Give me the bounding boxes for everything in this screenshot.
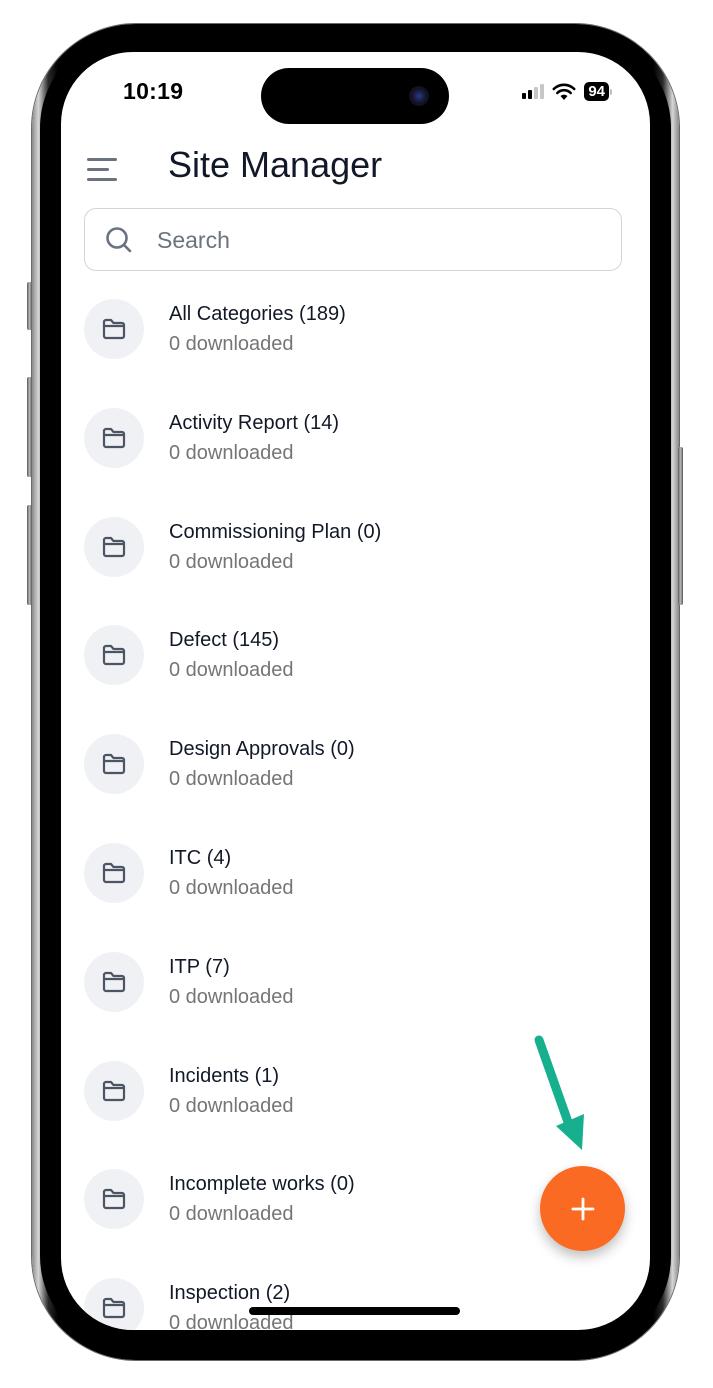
category-list-item[interactable]: ITC (4) 0 downloaded — [61, 833, 650, 941]
category-download-count: 0 downloaded — [169, 1094, 294, 1117]
folder-icon-container — [84, 734, 144, 795]
folder-icon-container — [84, 516, 144, 577]
action-button — [27, 282, 32, 330]
home-indicator[interactable] — [249, 1307, 460, 1315]
search-input[interactable] — [155, 209, 599, 271]
category-list-item[interactable]: Commissioning Plan (0) 0 downloaded — [61, 507, 650, 615]
battery-icon: 94 — [584, 82, 612, 101]
folder-icon — [102, 536, 126, 557]
folder-icon — [102, 754, 126, 775]
cellular-signal-icon — [522, 84, 545, 99]
hamburger-menu-icon[interactable] — [85, 150, 119, 184]
folder-icon — [102, 1189, 126, 1210]
folder-icon-container — [84, 951, 144, 1012]
category-download-count: 0 downloaded — [169, 550, 294, 573]
folder-icon-container — [84, 1169, 144, 1230]
folder-icon — [102, 318, 126, 340]
folder-icon — [102, 971, 126, 992]
plus-icon — [571, 1197, 594, 1220]
category-list-item[interactable]: Defect (145) 0 downloaded — [61, 615, 650, 723]
category-download-count: 0 downloaded — [169, 1203, 294, 1226]
category-list-item[interactable]: Design Approvals (0) 0 downloaded — [61, 724, 650, 832]
dynamic-island — [261, 68, 449, 124]
search-field[interactable] — [84, 208, 622, 271]
add-button[interactable] — [540, 1166, 625, 1251]
folder-icon — [102, 1080, 126, 1101]
search-icon — [106, 227, 132, 253]
category-title: All Categories (189) — [169, 303, 346, 325]
folder-icon — [102, 645, 126, 666]
category-list-item[interactable]: All Categories (189) 0 downloaded — [61, 289, 650, 397]
category-title: Incomplete works (0) — [169, 1173, 355, 1196]
category-download-count: 0 downloaded — [169, 659, 294, 682]
volume-down-button — [27, 505, 32, 605]
category-list-item[interactable]: Inspection (2) 0 downloaded — [61, 1268, 650, 1330]
camera-icon — [409, 86, 429, 106]
category-download-count: 0 downloaded — [169, 768, 294, 791]
category-download-count: 0 downloaded — [169, 333, 294, 355]
folder-icon — [102, 1298, 126, 1319]
app-header: Site Manager — [61, 144, 650, 200]
folder-icon-container — [84, 625, 144, 686]
category-list-item[interactable]: Activity Report (14) 0 downloaded — [61, 398, 650, 506]
category-title: Incidents (1) — [169, 1064, 280, 1087]
category-title: Activity Report (14) — [169, 411, 340, 434]
battery-level: 94 — [584, 82, 609, 101]
category-title: ITC (4) — [169, 847, 232, 869]
power-button — [678, 447, 683, 605]
status-time: 10:19 — [123, 78, 184, 104]
category-title: ITP (7) — [169, 955, 230, 978]
category-download-count: 0 downloaded — [169, 877, 294, 899]
folder-icon-container — [84, 843, 144, 903]
category-title: Inspection (2) — [169, 1282, 291, 1305]
category-download-count: 0 downloaded — [169, 985, 294, 1008]
page-title: Site Manager — [168, 144, 383, 185]
arrow-pointer-icon — [534, 1035, 584, 1150]
volume-up-button — [27, 377, 32, 477]
folder-icon-container — [84, 1060, 144, 1121]
category-title: Commissioning Plan (0) — [169, 520, 382, 543]
folder-icon-container — [84, 407, 144, 468]
folder-icon-container — [84, 299, 144, 359]
category-download-count: 0 downloaded — [169, 441, 294, 464]
status-icons: 94 — [522, 82, 612, 101]
wifi-icon — [552, 83, 576, 100]
category-title: Defect (145) — [169, 629, 280, 652]
folder-icon — [102, 862, 126, 884]
folder-icon — [102, 427, 126, 448]
folder-icon-container — [84, 1278, 144, 1330]
category-title: Design Approvals (0) — [169, 738, 355, 761]
